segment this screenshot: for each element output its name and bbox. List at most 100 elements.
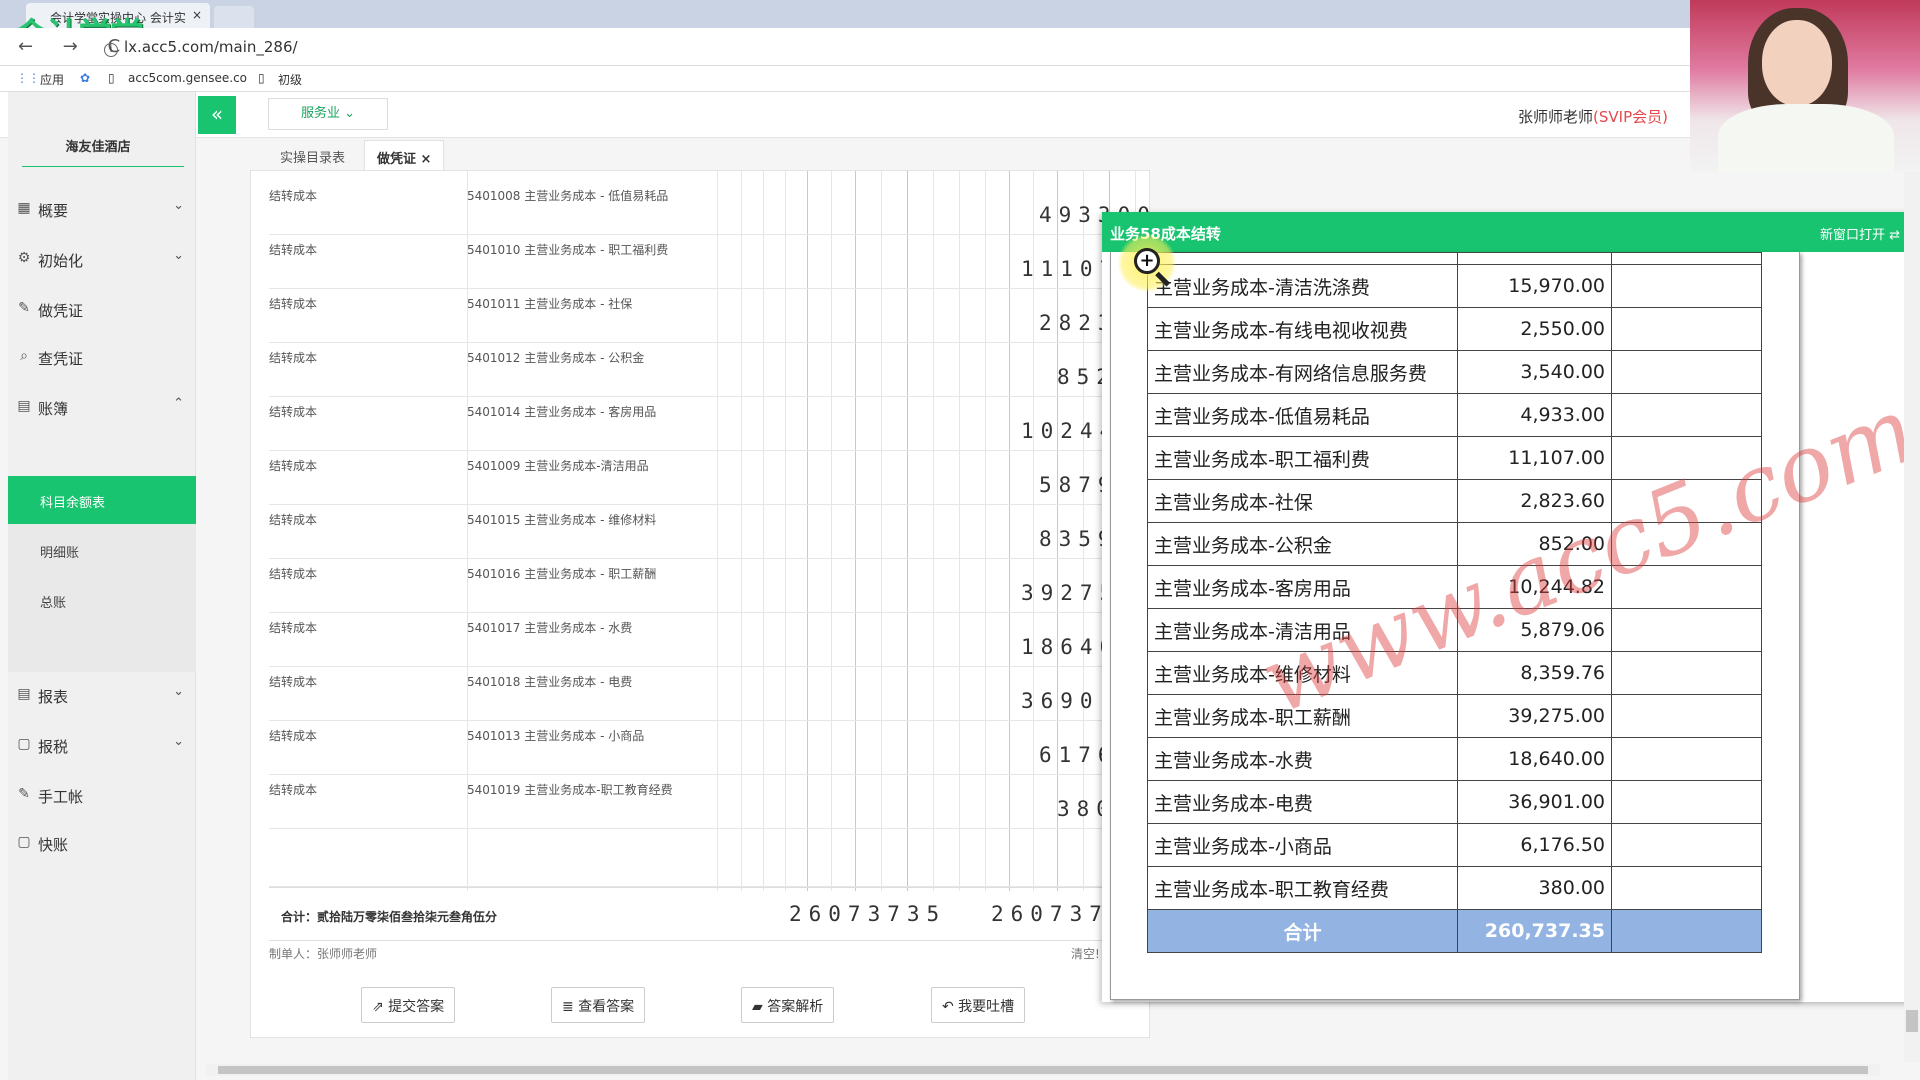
chevron-down-icon: ⌄ [173,198,184,213]
site-info-icon[interactable]: i [104,43,118,57]
vip-badge: (SVIP会员) [1593,108,1668,126]
sidebar-item-label: 账簿 [38,400,69,418]
url-text: lx.acc5.com/main_286/ [124,38,298,56]
bookmarks-bar: ⋮⋮ 应用 ✿ ▯ acc5com.gensee.co ▯ 初级 [0,66,1690,92]
table-row: 主营业务成本-客房用品 10,244.82 [1147,565,1762,609]
document-icon: ▢ [17,834,31,850]
tab-practice-catalog[interactable]: 实操目录表 [268,140,357,170]
collapse-sidebar-button[interactable]: « [198,96,236,134]
voucher-row[interactable]: 结转成本 5401011 主营业务成本 - 社保 28236 [269,289,1149,343]
sidebar-item-label: 手工帐 [38,788,84,806]
bookmark-chuji[interactable]: 初级 [278,71,302,88]
cost-item-name: 主营业务成本-职工福利费 [1147,436,1458,480]
user-info[interactable]: 张师师老师(SVIP会员) [1518,106,1668,127]
cost-item-name: 主营业务成本-社保 [1147,479,1458,523]
tab-close-icon[interactable]: × [421,152,432,167]
sidebar-subitem-detail[interactable]: 明细账 [8,526,196,574]
table-row: 主营业务成本-小商品 6,176.50 [1147,823,1762,867]
voucher-summary: 结转成本 [269,567,318,581]
sidebar-item-overview[interactable]: ▦ 概要 ⌄ [8,188,196,232]
total-amount: 260,737.35 [1457,909,1612,953]
clear-link[interactable]: 清空! [1071,945,1100,962]
sidebar-item-manual[interactable]: ✎ 手工帐 [8,774,196,818]
voucher-row[interactable]: 结转成本 5401012 主营业务成本 - 公积金 8520 [269,343,1149,397]
vertical-scrollbar[interactable] [1904,172,1920,1062]
sidebar-item-make-voucher[interactable]: ✎ 做凭证 [8,288,196,332]
voucher-account: 5401011 主营业务成本 - 社保 [467,297,633,311]
overlay-header: 业务58成本结转 新窗口打开 ⇄ [1102,212,1920,252]
table-cell [1611,264,1762,308]
voucher-total-label: 合计：贰拾陆万零柒佰叁拾柒元叁角伍分 [281,910,498,924]
cost-item-name: 主营业务成本-电费 [1147,780,1458,824]
voucher-account: 5401012 主营业务成本 - 公积金 [467,351,645,365]
voucher-row-empty[interactable] [269,829,1149,887]
sidebar-subitem-balance[interactable]: 科目余额表 [8,476,196,524]
industry-select[interactable]: 服务业 ⌄ [268,98,388,130]
voucher-row[interactable]: 结转成本 5401008 主营业务成本 - 低值易耗品 493300 [269,181,1149,235]
table-cell [1611,866,1762,910]
voucher-row[interactable]: 结转成本 5401009 主营业务成本-清洁用品 5879( [269,451,1149,505]
tab-label: 做凭证 [377,152,417,167]
answer-analysis-button[interactable]: ▰ 答案解析 [741,987,835,1023]
sidebar-item-quick[interactable]: ▢ 快账 [8,822,196,866]
view-answer-button[interactable]: ≣ 查看答案 [551,987,646,1023]
company-divider [22,166,184,167]
sidebar-item-init[interactable]: ⚙ 初始化 ⌄ [8,238,196,282]
voucher-row[interactable]: 结转成本 5401015 主营业务成本 - 维修材料 83597 [269,505,1149,559]
tab-make-voucher[interactable]: 做凭证 × [364,140,445,170]
table-cell [1611,909,1762,953]
sidebar-item-reports[interactable]: ▤ 报表 ⌄ [8,674,196,718]
browser-new-tab[interactable] [214,6,254,28]
voucher-account: 5401008 主营业务成本 - 低值易耗品 [467,189,669,203]
table-row: 主营业务成本-清洁洗涤费 15,970.00 [1147,264,1762,308]
voucher-row[interactable]: 结转成本 5401017 主营业务成本 - 水费 18640( [269,613,1149,667]
chevron-down-icon: ⌄ [173,684,184,699]
tab-label: 实操目录表 [280,151,346,166]
grid-icon: ▦ [17,200,31,216]
sidebar-item-ledger[interactable]: ▤ 账簿 ⌃ [8,386,196,430]
table-cell [1611,565,1762,609]
submit-answer-button[interactable]: ⇗ 提交答案 [361,987,456,1023]
horizontal-scrollbar[interactable] [206,1064,1880,1076]
apps-grid-icon[interactable]: ⋮⋮ [16,71,40,85]
table-row: 主营业务成本-有线电视收视费 2,550.00 [1147,307,1762,351]
answer-overlay: 业务58成本结转 新窗口打开 ⇄ 主营业务成本-清洁洗涤费 15,970.00 主… [1102,212,1920,1002]
sidebar-item-search-voucher[interactable]: ⌕ 查凭证 [8,336,196,380]
voucher-row[interactable]: 结转成本 5401018 主营业务成本 - 电费 36901( [269,667,1149,721]
voucher-row[interactable]: 结转成本 5401014 主营业务成本 - 客房用品 10244 [269,397,1149,451]
cost-item-name: 主营业务成本-公积金 [1147,522,1458,566]
voucher-account: 5401015 主营业务成本 - 维修材料 [467,513,657,527]
voucher-row[interactable]: 结转成本 5401019 主营业务成本-职工教育经费 3800 [269,775,1149,829]
cost-item-name: 主营业务成本-清洁洗涤费 [1147,264,1458,308]
voucher-row[interactable]: 结转成本 5401010 主营业务成本 - 职工福利费 11107( [269,235,1149,289]
open-new-window-button[interactable]: 新窗口打开 ⇄ [1820,224,1900,243]
voucher-row[interactable]: 结转成本 5401016 主营业务成本 - 职工薪酬 39275( [269,559,1149,613]
table-cell [1611,737,1762,781]
report-icon: ▤ [17,686,31,702]
bookmark-gensee[interactable]: acc5com.gensee.co [128,71,247,85]
feedback-button[interactable]: ↶ 我要吐槽 [931,987,1026,1023]
baidu-icon[interactable]: ✿ [80,71,90,85]
voucher-account: 5401010 主营业务成本 - 职工福利费 [467,243,669,257]
bookmark-apps[interactable]: 应用 [40,71,64,88]
table-row: 主营业务成本-维修材料 8,359.76 [1147,651,1762,695]
pencil-icon: ✎ [18,786,30,802]
voucher-maker: 制单人：张师师老师 [269,947,378,961]
cost-item-amount: 39,275.00 [1457,694,1612,738]
presenter-face [1762,20,1832,106]
sidebar-subitem-general[interactable]: 总账 [8,576,196,624]
table-cell [1611,436,1762,480]
sidebar-subitem-label: 明细账 [40,546,80,561]
table-row: 主营业务成本-水费 18,640.00 [1147,737,1762,781]
table-cell [1147,252,1458,265]
cost-item-amount: 36,901.00 [1457,780,1612,824]
url-field[interactable]: i lx.acc5.com/main_286/ [104,38,298,57]
sidebar-item-tax[interactable]: ▢ 报税 ⌄ [8,724,196,768]
user-name: 张师师老师 [1518,108,1594,126]
total-row: 合计 260,737.35 [1147,909,1762,953]
scroll-thumb[interactable] [1906,1010,1918,1032]
browser-tab-close-icon[interactable]: × [192,8,202,22]
scroll-thumb[interactable] [218,1066,1868,1074]
voucher-row[interactable]: 结转成本 5401013 主营业务成本 - 小商品 61765 [269,721,1149,775]
table-cell [1611,823,1762,867]
